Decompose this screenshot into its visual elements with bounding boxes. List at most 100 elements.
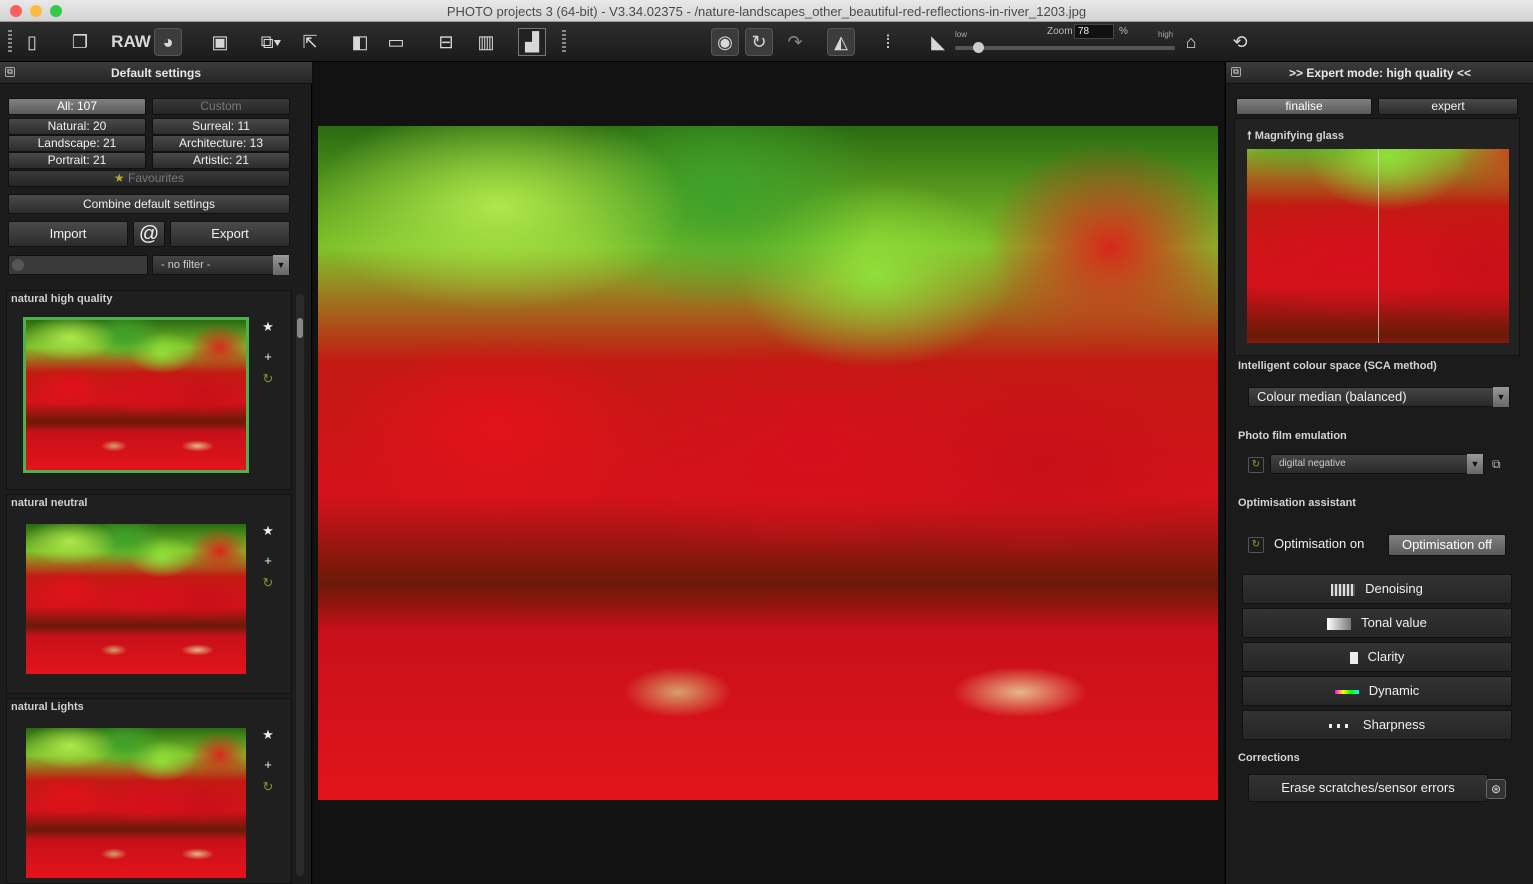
reset-film-icon[interactable]: ↻ [1248, 457, 1264, 473]
main-photo[interactable] [318, 126, 1218, 800]
fit-window-icon[interactable]: ⟲ [1226, 28, 1254, 56]
tab-expert[interactable]: expert [1378, 98, 1518, 115]
detach-panel-icon[interactable]: ⧉ [5, 67, 15, 77]
preset-label: natural neutral [11, 497, 88, 509]
window-title: PHOTO projects 3 (64-bit) - V3.34.02375 … [446, 4, 1087, 19]
apply-preset-icon[interactable]: ↻ [261, 371, 275, 387]
palette-icon[interactable]: ◕ [154, 28, 182, 56]
tab-finalise[interactable]: finalise [1236, 98, 1372, 115]
preset-scrollbar[interactable] [296, 294, 304, 876]
preset-thumbnail[interactable] [23, 725, 249, 881]
apply-preset-icon[interactable]: ↻ [261, 779, 275, 795]
category-portrait[interactable]: Portrait: 21 [8, 152, 146, 169]
film-emulation-select[interactable]: digital negative ▼ [1270, 454, 1484, 474]
left-panel: ⧉ Default settings All: 107 Custom Natur… [0, 62, 312, 884]
preset-thumbnail[interactable] [23, 521, 249, 677]
main-toolbar: ▯ ❐ RAW ◕ ▣ ⧉▾ ⇱ ◧ ▭ ⊟ ▥ ▟ ◉ ↻ ↷ ◭ ⁞ ◣ l… [0, 22, 1533, 62]
combine-settings-button[interactable]: Combine default settings [8, 194, 290, 214]
chevron-down-icon: ▼ [1493, 387, 1509, 407]
batch-export-icon[interactable]: ⧉▾ [252, 28, 290, 56]
save-icon[interactable]: ▣ [206, 28, 234, 56]
preset-card[interactable]: natural neutral ★ + ↻ [6, 494, 292, 694]
histogram-icon[interactable]: ▟ [518, 28, 546, 56]
add-preset-icon[interactable]: + [261, 757, 275, 772]
dynamic-label: Dynamic [1368, 683, 1420, 698]
film-settings-icon[interactable]: ⧉ [1492, 457, 1501, 472]
raw-button[interactable]: RAW [111, 28, 151, 56]
chevron-down-icon: ▼ [273, 255, 289, 275]
optimisation-off-button[interactable]: Optimisation off [1388, 534, 1506, 556]
apply-preset-icon[interactable]: ↻ [261, 575, 275, 591]
erase-scratches-button[interactable]: Erase scratches/sensor errors [1248, 774, 1488, 802]
email-button[interactable]: @ [133, 221, 165, 247]
clarity-label: Clarity [1367, 649, 1405, 664]
export-button[interactable]: Export [170, 221, 290, 247]
split-view-icon[interactable]: ⊟ [432, 28, 460, 56]
open-files-icon[interactable]: ❐ [66, 28, 94, 56]
crop-icon[interactable]: ⁞ [874, 28, 902, 56]
before-icon[interactable]: ◧ [346, 28, 374, 56]
colour-space-value: Colour median (balanced) [1257, 389, 1407, 404]
preset-label: natural Lights [11, 701, 84, 713]
category-landscape[interactable]: Landscape: 21 [8, 135, 146, 152]
reset-optimisation-icon[interactable]: ↻ [1248, 537, 1264, 553]
expert-mode-header: ⧉ >> Expert mode: high quality << [1226, 62, 1533, 84]
category-natural[interactable]: Natural: 20 [8, 118, 146, 135]
magnifier-preview[interactable] [1247, 149, 1509, 343]
add-preset-icon[interactable]: + [261, 553, 275, 568]
preset-card[interactable]: natural high quality ★ + ↻ [6, 290, 292, 490]
default-settings-title: Default settings [110, 66, 201, 80]
export-icon[interactable]: ⇱ [296, 28, 324, 56]
category-architecture[interactable]: Architecture: 13 [152, 135, 290, 152]
add-preset-icon[interactable]: + [261, 349, 275, 364]
search-icon [12, 259, 24, 271]
favourite-star-icon[interactable]: ★ [261, 319, 275, 335]
optimisation-on-button[interactable]: Optimisation on [1274, 536, 1364, 551]
image-canvas[interactable] [313, 62, 1224, 884]
import-button[interactable]: Import [8, 221, 128, 247]
quality-low-icon[interactable]: ◣ [924, 28, 952, 56]
quality-slider-thumb[interactable] [973, 42, 984, 53]
category-artistic[interactable]: Artistic: 21 [152, 152, 290, 169]
dynamic-button[interactable]: Dynamic [1242, 676, 1512, 706]
tonal-value-label: Tonal value [1361, 615, 1427, 630]
tonal-value-button[interactable]: Tonal value [1242, 608, 1512, 638]
colour-space-select[interactable]: Colour median (balanced) ▼ [1248, 387, 1510, 407]
star-icon: ★ [113, 171, 125, 185]
preset-search-input[interactable] [8, 255, 148, 275]
new-document-icon[interactable]: ▯ [18, 28, 46, 56]
toolbar-grip-2[interactable] [562, 30, 566, 54]
category-surreal[interactable]: Surreal: 11 [152, 118, 290, 135]
favourites-button[interactable]: ★ Favourites [8, 170, 290, 187]
favourite-star-icon[interactable]: ★ [261, 727, 275, 743]
eye-preview-icon[interactable]: ◉ [711, 28, 739, 56]
preset-card[interactable]: natural Lights ★ + ↻ [6, 698, 292, 884]
compare-icon[interactable]: ▭ [382, 28, 410, 56]
denoising-button[interactable]: Denoising [1242, 574, 1512, 604]
info-icon[interactable]: ▥ [472, 28, 500, 56]
toolbar-grip[interactable] [8, 30, 12, 54]
category-custom[interactable]: Custom [152, 98, 290, 115]
arrow-up-icon: 🠕 [1247, 130, 1252, 142]
preset-thumbnail[interactable] [23, 317, 249, 473]
zoom-input[interactable]: 78 [1074, 24, 1114, 39]
scrollbar-thumb[interactable] [297, 318, 303, 338]
erase-settings-icon[interactable]: ⊛ [1486, 779, 1506, 799]
split-line[interactable] [1378, 149, 1379, 343]
filter-select[interactable]: - no filter - ▼ [152, 255, 290, 275]
auto-optimize-icon[interactable]: ↻ [745, 28, 773, 56]
sharpness-button[interactable]: Sharpness [1242, 710, 1512, 740]
film-emulation-label: Photo film emulation [1238, 430, 1347, 442]
filter-value: - no filter - [161, 259, 211, 271]
mirror-icon[interactable]: ◭ [827, 28, 855, 56]
category-all[interactable]: All: 107 [8, 98, 146, 115]
zoom-label: Zoom [1047, 26, 1073, 37]
sharpness-label: Sharpness [1362, 717, 1426, 732]
clarity-button[interactable]: Clarity [1242, 642, 1512, 672]
detach-panel-icon[interactable]: ⧉ [1231, 67, 1241, 77]
rotate-icon[interactable]: ↷ [781, 28, 809, 56]
favourite-star-icon[interactable]: ★ [261, 523, 275, 539]
expert-mode-title: >> Expert mode: high quality << [1288, 66, 1472, 80]
quality-slider[interactable] [955, 42, 1175, 53]
quality-high-icon[interactable]: ⌂ [1177, 28, 1205, 56]
